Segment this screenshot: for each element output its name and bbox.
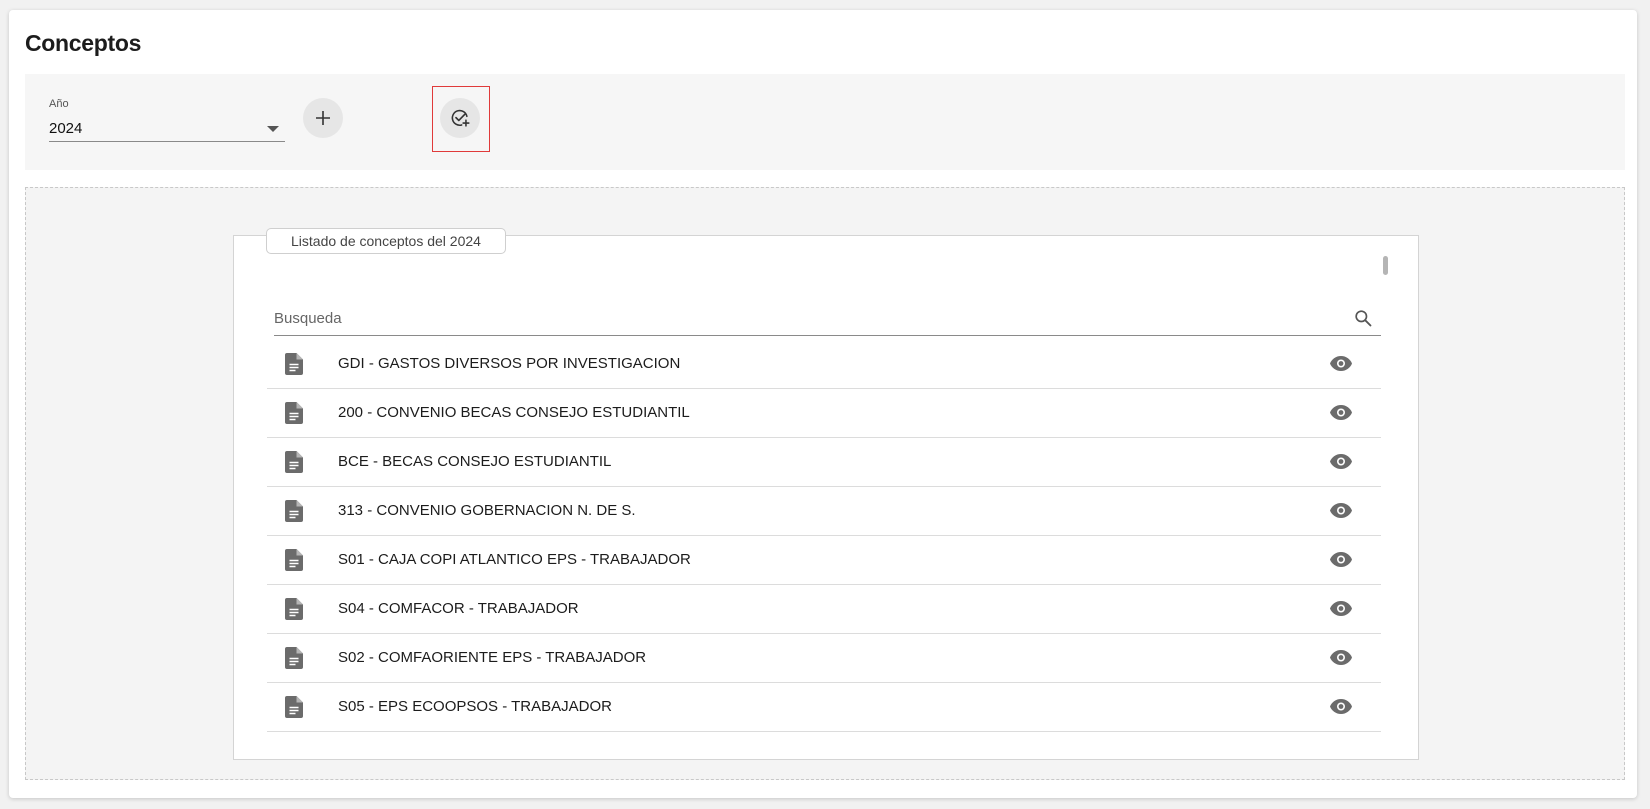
list-item[interactable]: S02 - COMFAORIENTE EPS - TRABAJADOR [267,634,1381,683]
eye-icon[interactable] [1330,356,1352,371]
search-icon[interactable] [1353,308,1373,328]
search-field [274,302,1381,336]
document-icon [285,647,303,669]
document-icon [285,500,303,522]
document-icon [285,451,303,473]
plus-icon [316,111,330,125]
list-item-label: S01 - CAJA COPI ATLANTICO EPS - TRABAJAD… [338,551,691,568]
year-select-label: Año [49,98,69,110]
check-circle-plus-icon [451,109,470,127]
list-item-label: BCE - BECAS CONSEJO ESTUDIANTIL [338,453,612,470]
scrollbar-thumb[interactable] [1383,256,1388,275]
list-item[interactable]: S05 - EPS ECOOPSOS - TRABAJADOR [267,683,1381,732]
list-item-label: 313 - CONVENIO GOBERNACION N. DE S. [338,502,636,519]
list-item[interactable]: S01 - CAJA COPI ATLANTICO EPS - TRABAJAD… [267,536,1381,585]
eye-icon[interactable] [1330,601,1352,616]
list-item[interactable]: 200 - CONVENIO BECAS CONSEJO ESTUDIANTIL [267,389,1381,438]
conceptos-card: Conceptos Año 2024 Listado de conceptos … [9,10,1637,798]
list-item-label: S05 - EPS ECOOPSOS - TRABAJADOR [338,698,612,715]
list-item[interactable]: BCE - BECAS CONSEJO ESTUDIANTIL [267,438,1381,487]
concepts-list-panel: Listado de conceptos del 2024 GDI - GAST… [233,228,1419,760]
eye-icon[interactable] [1330,405,1352,420]
list-item-label: 200 - CONVENIO BECAS CONSEJO ESTUDIANTIL [338,404,690,421]
eye-icon[interactable] [1330,650,1352,665]
search-input[interactable] [274,302,1334,334]
list-item[interactable]: 313 - CONVENIO GOBERNACION N. DE S. [267,487,1381,536]
document-icon [285,598,303,620]
toolbar: Año 2024 [25,74,1625,170]
list-item-label: S02 - COMFAORIENTE EPS - TRABAJADOR [338,649,647,666]
panel-title: Listado de conceptos del 2024 [266,228,506,254]
eye-icon[interactable] [1330,454,1352,469]
eye-icon[interactable] [1330,699,1352,714]
document-icon [285,549,303,571]
list-item-label: GDI - GASTOS DIVERSOS POR INVESTIGACION [338,355,681,372]
document-icon [285,353,303,375]
assign-concepts-button[interactable] [440,98,480,138]
list-item[interactable]: S04 - COMFACOR - TRABAJADOR [267,585,1381,634]
document-icon [285,402,303,424]
concepts-list: GDI - GASTOS DIVERSOS POR INVESTIGACION … [267,340,1381,732]
document-icon [285,696,303,718]
list-item[interactable]: GDI - GASTOS DIVERSOS POR INVESTIGACION [267,340,1381,389]
caret-down-icon[interactable] [267,126,279,132]
eye-icon[interactable] [1330,552,1352,567]
year-select[interactable]: Año 2024 [49,98,285,142]
eye-icon[interactable] [1330,503,1352,518]
year-select-value: 2024 [49,120,83,137]
add-button[interactable] [303,98,343,138]
page-title: Conceptos [25,30,142,56]
list-item-label: S04 - COMFACOR - TRABAJADOR [338,600,579,617]
content-area: Listado de conceptos del 2024 GDI - GAST… [25,187,1625,780]
